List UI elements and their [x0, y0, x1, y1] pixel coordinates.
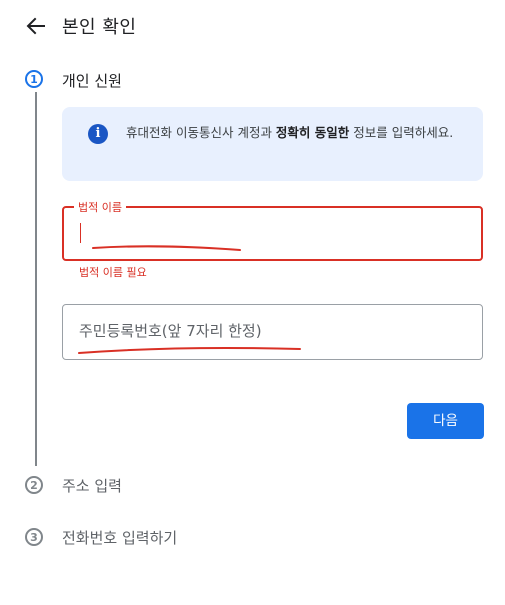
stepper-line: [35, 92, 37, 466]
info-icon: i: [88, 124, 108, 144]
legal-name-label: 법적 이름: [74, 199, 126, 215]
text-caret: [80, 223, 81, 243]
resident-number-field[interactable]: 주민등록번호(앞 7자리 한정): [62, 304, 483, 360]
step-3-indicator: 3: [25, 528, 43, 546]
header: 본인 확인: [0, 0, 505, 52]
resident-number-placeholder: 주민등록번호(앞 7자리 한정): [79, 322, 262, 340]
info-box: i 휴대전화 이동통신사 계정과 정확히 동일한 정보를 입력하세요.: [62, 107, 483, 181]
step-1-indicator: 1: [25, 70, 43, 88]
info-text: 휴대전화 이동통신사 계정과 정확히 동일한 정보를 입력하세요.: [126, 125, 454, 140]
step-3-label: 전화번호 입력하기: [62, 529, 178, 547]
arrow-left-icon: [26, 17, 45, 35]
step-2-indicator: 2: [25, 476, 43, 494]
next-button[interactable]: 다음: [407, 403, 484, 439]
page-title: 본인 확인: [62, 17, 137, 38]
step-2-label: 주소 입력: [62, 477, 122, 495]
legal-name-field[interactable]: 법적 이름: [62, 199, 483, 261]
back-button[interactable]: [22, 14, 50, 38]
step-1-label: 개인 신원: [62, 72, 122, 90]
legal-name-error: 법적 이름 필요: [79, 266, 147, 279]
